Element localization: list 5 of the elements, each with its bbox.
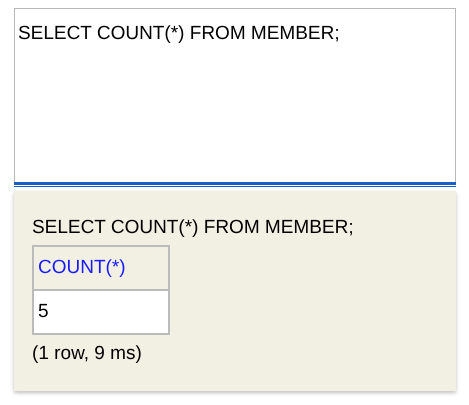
column-header: COUNT(*) xyxy=(33,246,169,290)
executed-statement: SELECT COUNT(*) FROM MEMBER; xyxy=(32,217,355,239)
result-summary: (1 row, 9 ms) xyxy=(32,343,143,365)
table-cell: 5 xyxy=(33,290,169,334)
sql-input-field[interactable]: SELECT COUNT(*) FROM MEMBER; xyxy=(14,8,456,182)
